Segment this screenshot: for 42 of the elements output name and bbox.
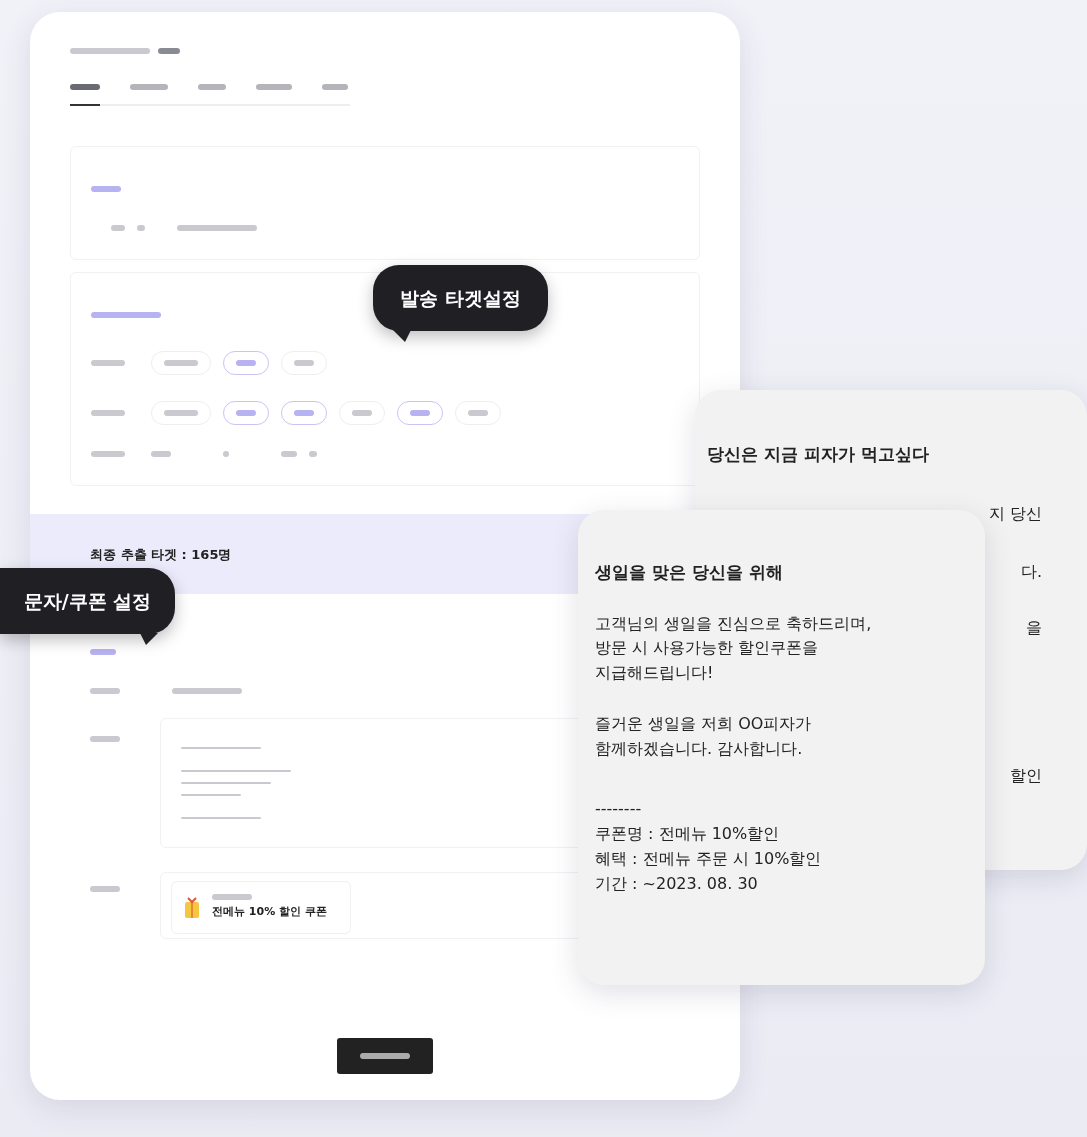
filter-chip[interactable] xyxy=(223,351,269,375)
callout-tail xyxy=(140,633,158,645)
blurred-text xyxy=(91,186,121,192)
target-count: 최종 추출 타겟 : 165명 xyxy=(90,547,232,562)
blurred-text xyxy=(158,48,180,54)
blurred-text xyxy=(281,451,297,457)
message-text: 지 당신 xyxy=(988,502,1042,525)
blurred-text xyxy=(90,736,120,742)
blurred-text xyxy=(137,225,145,231)
message-text: 즐거운 생일을 저희 OO피자가 함께하겠습니다. 감사합니다. xyxy=(595,712,813,760)
blurred-text xyxy=(90,649,116,655)
blurred-text xyxy=(212,894,252,900)
message-title: 당신은 지금 피자가 먹고싶다 xyxy=(707,443,930,466)
message-text: 을 xyxy=(1026,616,1042,639)
callout-tail xyxy=(393,330,411,342)
blurred-text xyxy=(91,360,125,366)
blurred-text xyxy=(111,225,125,231)
blurred-text xyxy=(90,688,120,694)
message-title: 생일을 맞은 당신을 위해 xyxy=(595,561,784,584)
tab[interactable] xyxy=(70,84,100,106)
blurred-text xyxy=(151,451,171,457)
callout-bubble: 문자/쿠폰 설정 xyxy=(0,568,175,634)
message-text: -------- 쿠폰명 : 전메뉴 10%할인 혜택 : 전메뉴 주문 시 10%할인 기간 : ~2023. 08. 30 xyxy=(595,798,823,895)
blurred-text xyxy=(309,451,317,457)
filter-chip[interactable] xyxy=(223,401,269,425)
blurred-text xyxy=(90,886,120,892)
message-text: 고객님의 생일을 진심으로 축하드리며, 방문 시 사용가능한 할인쿠폰을 지급해드립니다! xyxy=(595,612,873,685)
blurred-text xyxy=(172,688,242,694)
blurred-text xyxy=(223,451,229,457)
blurred-text xyxy=(91,410,125,416)
filter-chip[interactable] xyxy=(281,401,327,425)
message-text: 다. xyxy=(1020,560,1042,583)
blurred-text xyxy=(91,451,125,457)
blurred-text xyxy=(181,793,241,796)
coupon-name: 전메뉴 10% 할인 쿠폰 xyxy=(212,904,327,920)
send-button[interactable] xyxy=(337,1038,433,1074)
blurred-text xyxy=(91,312,161,318)
blurred-text xyxy=(360,1053,410,1059)
callout-bubble: 발송 타겟설정 xyxy=(373,265,548,331)
filter-chip[interactable] xyxy=(397,401,443,425)
gift-icon xyxy=(184,895,200,920)
message-text: 할인 xyxy=(1010,764,1042,787)
